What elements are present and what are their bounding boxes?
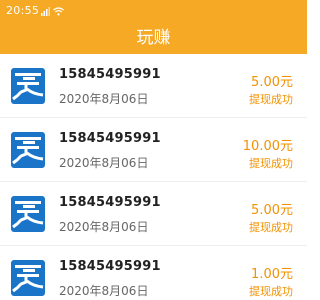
- alipay-icon: [11, 132, 45, 168]
- status-text: 提现成功: [249, 157, 293, 170]
- header-bar: 玩赚: [0, 22, 307, 54]
- withdraw-record-list: 15845495991 2020年8月06日 5.00元 提现成功 158454…: [0, 54, 307, 300]
- list-item[interactable]: 15845495991 2020年8月06日 10.00元 提现成功: [0, 118, 307, 178]
- status-icons: [41, 3, 64, 19]
- app-screen: 20:55 玩赚 15845495991 2020年8月06日 5.00元 提现…: [0, 0, 307, 300]
- amount: 5.00元: [251, 203, 293, 218]
- wifi-icon: [53, 6, 64, 16]
- record-date: 2020年8月06日: [59, 156, 149, 170]
- list-item[interactable]: 15845495991 2020年8月06日 1.00元 提现成功: [0, 246, 307, 300]
- status-text: 提现成功: [249, 221, 293, 234]
- page-title: 玩赚: [136, 28, 171, 48]
- list-item[interactable]: 15845495991 2020年8月06日 5.00元 提现成功: [0, 54, 307, 114]
- alipay-icon: [11, 196, 45, 232]
- signal-icon: [41, 6, 50, 16]
- amount: 10.00元: [242, 139, 293, 154]
- record-date: 2020年8月06日: [59, 284, 149, 298]
- record-date: 2020年8月06日: [59, 92, 149, 106]
- status-bar: 20:55: [0, 0, 307, 22]
- phone-number: 15845495991: [59, 195, 161, 210]
- phone-number: 15845495991: [59, 259, 161, 274]
- alipay-icon: [11, 260, 45, 296]
- status-text: 提现成功: [249, 285, 293, 298]
- phone-number: 15845495991: [59, 67, 161, 82]
- list-item[interactable]: 15845495991 2020年8月06日 5.00元 提现成功: [0, 182, 307, 242]
- status-time: 20:55: [6, 4, 40, 17]
- amount: 1.00元: [251, 267, 293, 282]
- status-text: 提现成功: [249, 93, 293, 106]
- alipay-icon: [11, 68, 45, 104]
- phone-number: 15845495991: [59, 131, 161, 146]
- amount: 5.00元: [251, 75, 293, 90]
- record-date: 2020年8月06日: [59, 220, 149, 234]
